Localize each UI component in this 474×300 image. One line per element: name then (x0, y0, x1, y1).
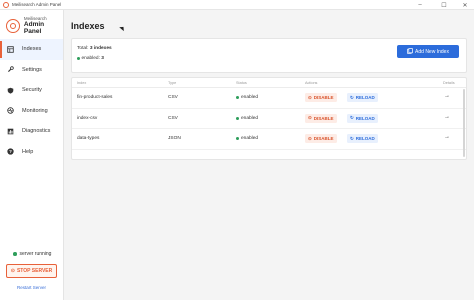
sidebar-item-label: Help (22, 148, 34, 155)
database-icon (6, 45, 14, 53)
total-indexes: Total: 3 indexes (77, 46, 112, 51)
reload-label: RELOAD (355, 95, 375, 100)
status-text: enabled (241, 115, 259, 121)
close-window-button[interactable]: ✕ (458, 0, 472, 10)
disable-button[interactable]: ⊙ DISABLE (305, 134, 337, 143)
stop-server-label: STOP SERVER (16, 268, 53, 274)
stop-icon: ⊙ (308, 135, 312, 141)
disable-label: DISABLE (313, 136, 334, 141)
add-index-icon (407, 47, 413, 56)
shield-icon (6, 86, 14, 94)
column-header-index: Index (77, 81, 87, 85)
logo-icon (6, 19, 20, 33)
window-title: Meilisearch Admin Panel (12, 2, 62, 7)
svg-text:?: ? (9, 149, 12, 154)
table-row: index-csv CSV enabled ⊙ DISABLE ↻ RELOAD → (72, 109, 466, 129)
disable-label: DISABLE (313, 115, 334, 121)
disable-label: DISABLE (313, 95, 334, 100)
total-label: Total: (77, 46, 89, 51)
sidebar-item-label: Settings (22, 66, 42, 73)
column-header-status: Status (236, 81, 247, 85)
summary-card: Total: 3 indexes enabled: 3 Add New Inde… (71, 38, 467, 73)
indexes-table: Index Type Status Actions Details fin-pr… (71, 77, 467, 160)
index-name: data-types (77, 136, 100, 141)
help-icon: ? (6, 148, 14, 156)
sidebar-item-label: Diagnostics (22, 128, 51, 135)
maximize-button[interactable]: ☐ (437, 0, 451, 10)
enabled-value: 3 (101, 56, 104, 61)
reload-button[interactable]: ↻ RELOAD (347, 134, 378, 143)
table-row: fin-product-sales CSV enabled ⊙ DISABLE ↻… (72, 88, 466, 109)
total-value: 3 indexes (89, 46, 112, 51)
status-dot (236, 116, 239, 120)
disable-button[interactable]: ⊙ DISABLE (305, 93, 337, 102)
column-header-actions: Actions (305, 81, 318, 85)
reload-icon: ↻ (350, 115, 354, 120)
brand: Meilisearch Admin Panel (0, 10, 63, 36)
index-status: enabled (236, 136, 258, 141)
index-name: index-csv (77, 115, 98, 121)
sidebar-item-indexes[interactable]: Indexes (0, 39, 63, 60)
index-status: enabled (236, 95, 258, 100)
wrench-icon (6, 66, 14, 74)
column-header-details: Details (443, 81, 455, 85)
reload-icon: ↻ (350, 135, 354, 141)
arrow-right-icon[interactable]: → (444, 114, 450, 120)
status-dot (236, 137, 239, 140)
page-title: Indexes (71, 21, 105, 31)
sidebar-nav: Indexes Settings Security Monitoring Dia… (0, 39, 63, 162)
restart-server-link[interactable]: Restart Server (17, 285, 46, 290)
sidebar: Meilisearch Admin Panel Indexes Settings… (0, 10, 64, 300)
index-name: fin-product-sales (77, 95, 113, 100)
index-type: CSV (168, 95, 178, 100)
table-scrollbar[interactable] (463, 89, 465, 157)
server-status-text: server running (19, 251, 52, 257)
enabled-label: enabled: (81, 56, 100, 61)
server-status: server running (13, 251, 51, 257)
minimize-button[interactable]: – (413, 0, 427, 10)
status-text: enabled (241, 136, 259, 141)
sidebar-item-label: Monitoring (22, 107, 48, 114)
reload-label: RELOAD (355, 136, 375, 141)
chart-icon (6, 127, 14, 135)
stop-server-button[interactable]: ⊙ STOP SERVER (6, 264, 57, 278)
add-new-index-label: Add New Index (415, 48, 449, 55)
stop-icon: ⊙ (308, 94, 312, 100)
enabled-dot (77, 57, 80, 60)
stop-icon: ⊙ (308, 115, 312, 120)
arrow-right-icon[interactable]: → (444, 134, 450, 140)
table-row: data-types JSON enabled ⊙ DISABLE ↻ RELOAD… (72, 129, 466, 150)
add-new-index-button[interactable]: Add New Index (397, 45, 459, 58)
reload-label: RELOAD (355, 115, 375, 121)
sidebar-item-settings[interactable]: Settings (0, 60, 63, 81)
disable-button[interactable]: ⊙ DISABLE (305, 113, 337, 123)
sidebar-item-monitoring[interactable]: Monitoring (0, 101, 63, 122)
status-text: enabled (241, 95, 259, 100)
sidebar-item-help[interactable]: ? Help (0, 142, 63, 163)
sidebar-item-label: Security (22, 87, 42, 94)
stop-icon: ⊙ (10, 268, 15, 274)
table-header: Index Type Status Actions Details (72, 78, 466, 88)
sidebar-item-label: Indexes (22, 46, 42, 53)
app-icon (3, 1, 9, 8)
index-status: enabled (236, 116, 258, 121)
status-dot (236, 96, 239, 99)
arrow-right-icon[interactable]: → (444, 93, 450, 99)
sidebar-item-diagnostics[interactable]: Diagnostics (0, 121, 63, 142)
index-type: JSON (168, 136, 181, 141)
status-dot (13, 252, 17, 256)
main-content: Indexes Total: 3 indexes enabled: 3 Add … (64, 10, 474, 300)
enabled-count: enabled: 3 (77, 56, 104, 61)
activity-icon (6, 107, 14, 115)
sidebar-item-security[interactable]: Security (0, 80, 63, 101)
index-type: CSV (168, 115, 178, 121)
column-header-type: Type (168, 81, 177, 85)
reload-icon: ↻ (350, 94, 354, 100)
reload-button[interactable]: ↻ RELOAD (347, 113, 378, 123)
reload-button[interactable]: ↻ RELOAD (347, 93, 378, 102)
brand-title: Admin Panel (23, 21, 45, 35)
window-titlebar: Meilisearch Admin Panel – ☐ ✕ (0, 0, 474, 10)
